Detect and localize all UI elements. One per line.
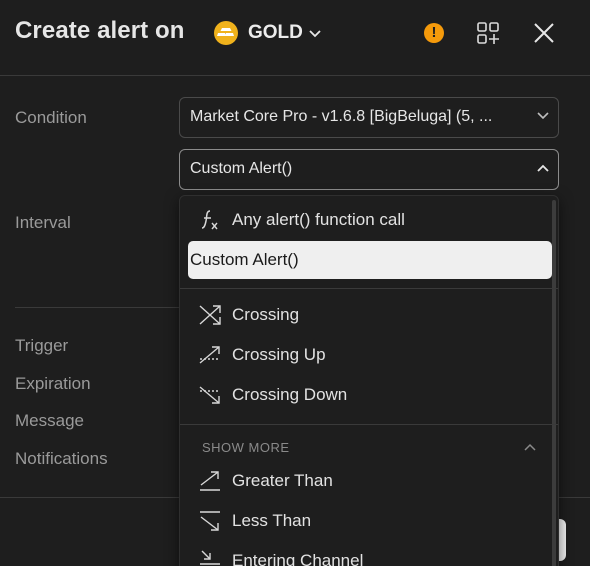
option-less-than[interactable]: Less Than (188, 502, 552, 540)
dropdown-separator (180, 288, 558, 289)
option-entering-channel[interactable]: Entering Channel (188, 542, 552, 566)
section-divider (15, 307, 180, 308)
warning-icon[interactable]: ! (424, 23, 444, 43)
less-than-icon (198, 509, 222, 533)
notifications-label: Notifications (15, 449, 108, 468)
chevron-up-icon (537, 164, 549, 172)
trigger-label: Trigger (15, 336, 69, 355)
chevron-down-icon (537, 112, 549, 120)
interval-label: Interval (15, 213, 71, 232)
option-label: Any alert() function call (232, 210, 405, 229)
entering-channel-icon (198, 549, 222, 566)
chevron-down-icon (309, 30, 321, 38)
crossing-icon (198, 303, 222, 327)
expiration-label: Expiration (15, 374, 91, 393)
dialog-header: Create alert on GOLD ! (0, 0, 590, 76)
gold-symbol-icon (214, 21, 238, 45)
indicator-select-value: Market Core Pro - v1.6.8 [BigBeluga] (5,… (190, 108, 493, 125)
condition-label: Condition (15, 108, 87, 127)
option-label: Crossing (232, 305, 300, 324)
condition-dropdown: Any alert() function call Custom Alert()… (179, 195, 559, 566)
option-crossing-down[interactable]: Crossing Down (188, 376, 552, 414)
symbol-label: GOLD (248, 22, 303, 43)
option-crossing[interactable]: Crossing (188, 296, 552, 334)
add-layout-icon[interactable] (477, 22, 499, 44)
close-icon[interactable] (533, 22, 555, 44)
option-label: Custom Alert() (190, 250, 299, 269)
symbol-selector[interactable]: GOLD (214, 20, 321, 46)
greater-than-icon (198, 469, 222, 493)
show-more-toggle[interactable]: SHOW MORE (202, 440, 290, 455)
function-icon (198, 208, 222, 232)
crossing-up-icon (198, 343, 222, 367)
option-label: Entering Channel (232, 551, 364, 566)
option-label: Less Than (232, 511, 312, 530)
option-label: Crossing Up (232, 345, 326, 364)
option-custom-alert[interactable]: Custom Alert() (188, 241, 552, 279)
option-label: Greater Than (232, 471, 333, 490)
option-crossing-up[interactable]: Crossing Up (188, 336, 552, 374)
indicator-select[interactable]: Market Core Pro - v1.6.8 [BigBeluga] (5,… (179, 97, 559, 138)
option-any-alert-function[interactable]: Any alert() function call (188, 201, 552, 239)
alert-condition-select[interactable]: Custom Alert() (179, 149, 559, 190)
alert-condition-value: Custom Alert() (190, 160, 293, 177)
option-label: Crossing Down (232, 385, 348, 404)
dialog-title: Create alert on (15, 17, 185, 44)
message-label: Message (15, 411, 84, 430)
chevron-up-icon[interactable] (524, 443, 536, 451)
option-greater-than[interactable]: Greater Than (188, 462, 552, 500)
dropdown-scrollbar[interactable] (552, 200, 556, 566)
dropdown-separator (180, 424, 558, 425)
crossing-down-icon (198, 383, 222, 407)
